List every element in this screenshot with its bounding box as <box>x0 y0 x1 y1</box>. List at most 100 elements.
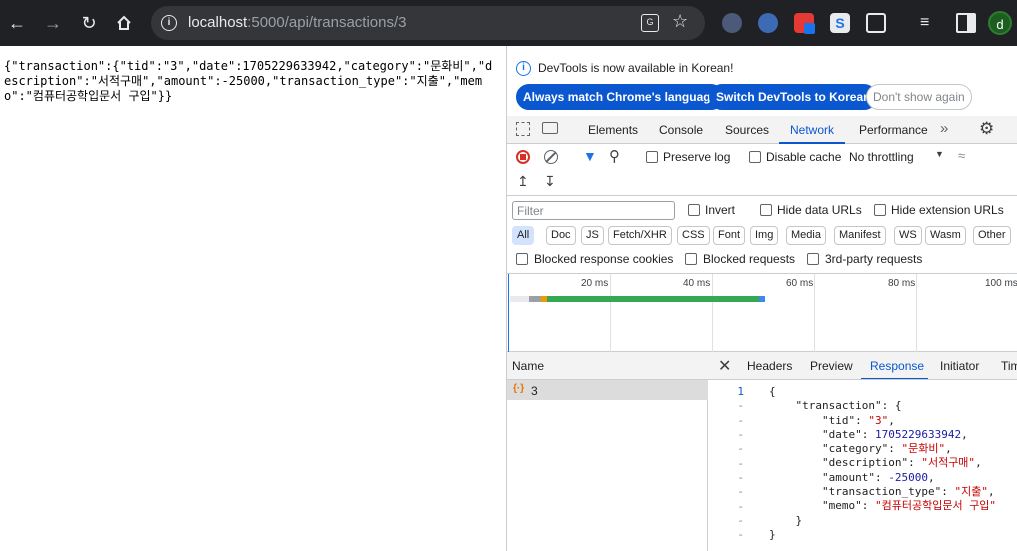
timeline-tick: 60 ms <box>786 278 814 289</box>
json-response-text: {"transaction":{"tid":"3","date":1705229… <box>4 59 493 103</box>
switch-korean-button[interactable]: Switch DevTools to Korean <box>709 84 878 110</box>
type-filter-js[interactable]: JS <box>581 226 604 245</box>
info-icon: i <box>516 61 531 76</box>
back-arrow-icon[interactable]: ← <box>4 10 30 36</box>
blocked-cookies-checkbox[interactable] <box>516 253 528 265</box>
request-detail-pane: ✕ Headers Preview Response Initiator Tim… <box>708 352 1017 551</box>
import-har-upload-icon[interactable]: ↥ <box>517 173 529 190</box>
fetch-xhr-icon: {·} <box>513 383 525 394</box>
devtools-panel: i DevTools is now available in Korean! A… <box>506 46 1017 551</box>
forward-arrow-icon[interactable]: → <box>40 10 66 36</box>
preserve-log-checkbox[interactable] <box>646 151 658 163</box>
tab-network[interactable]: Network <box>790 123 834 137</box>
translate-icon[interactable]: G <box>641 14 659 32</box>
clear-icon[interactable] <box>544 150 558 164</box>
network-conditions-wifi-icon[interactable]: ≈ <box>958 148 965 163</box>
line-number: - <box>737 528 744 541</box>
more-options-icon[interactable]: ⋮ <box>1012 121 1017 138</box>
record-stop-icon[interactable] <box>516 150 530 164</box>
line-number: 1 <box>737 385 744 398</box>
extensions-puzzle-icon[interactable] <box>866 13 886 33</box>
filter-input[interactable]: Filter <box>512 201 675 220</box>
type-filter-ws[interactable]: WS <box>894 226 922 245</box>
type-filter-css[interactable]: CSS <box>677 226 710 245</box>
preserve-log-label: Preserve log <box>663 150 731 164</box>
type-filter-font[interactable]: Font <box>713 226 746 245</box>
device-toolbar-icon[interactable] <box>542 122 558 134</box>
third-party-checkbox[interactable] <box>807 253 819 265</box>
browser-toolbar: ← → ↻ i localhost:5000/api/transactions/… <box>0 0 1017 46</box>
active-detail-tab-indicator <box>861 378 928 379</box>
tab-initiator[interactable]: Initiator <box>940 359 979 373</box>
line-number-gutter: 1 - - - - - - - - - - <box>708 380 756 551</box>
blocked-requests-checkbox[interactable] <box>685 253 697 265</box>
invert-checkbox[interactable] <box>688 204 700 216</box>
site-info-icon[interactable]: i <box>161 15 177 31</box>
match-language-button[interactable]: Always match Chrome's language <box>516 84 725 110</box>
settings-gear-icon[interactable]: ⚙ <box>979 119 994 139</box>
hide-data-urls-label: Hide data URLs <box>777 203 862 217</box>
type-filter-fetch-xhr[interactable]: Fetch/XHR <box>608 226 672 245</box>
close-icon[interactable]: ✕ <box>718 356 731 376</box>
type-filter-other[interactable]: Other <box>973 226 1011 245</box>
filter-funnel-icon[interactable]: ▼ <box>583 148 597 164</box>
hide-data-urls-checkbox[interactable] <box>760 204 772 216</box>
timeline-tick: 20 ms <box>581 278 609 289</box>
network-toolbar: ▼ ⚲ Preserve log Disable cache No thrott… <box>507 144 1017 196</box>
language-infobar: i DevTools is now available in Korean! A… <box>507 46 1017 116</box>
filter-bar: Filter Invert Hide data URLs Hide extens… <box>507 196 1017 274</box>
more-tabs-chevron-icon[interactable]: » <box>940 120 948 137</box>
hide-extension-urls-checkbox[interactable] <box>874 204 886 216</box>
line-number: - <box>737 457 744 470</box>
reload-icon[interactable]: ↻ <box>76 10 102 36</box>
detail-tabbar: ✕ Headers Preview Response Initiator Tim… <box>708 352 1017 380</box>
tab-preview[interactable]: Preview <box>810 359 853 373</box>
hide-extension-urls-label: Hide extension URLs <box>891 203 1004 217</box>
throttling-select[interactable]: No throttling <box>849 150 914 164</box>
request-row[interactable]: {·} 3 <box>507 380 708 400</box>
type-filter-manifest[interactable]: Manifest <box>834 226 886 245</box>
type-filter-img[interactable]: Img <box>750 226 779 245</box>
line-number: - <box>737 514 744 527</box>
url-text[interactable]: localhost:5000/api/transactions/3 <box>188 14 406 31</box>
tab-console[interactable]: Console <box>659 123 703 137</box>
extension-s-icon[interactable]: S <box>830 13 850 33</box>
line-number: - <box>737 442 744 455</box>
disable-cache-label: Disable cache <box>766 150 842 164</box>
response-body-code[interactable]: { "transaction": { "tid": "3", "date": 1… <box>769 385 996 542</box>
name-column-header[interactable]: Name <box>512 359 544 373</box>
search-icon[interactable]: ⚲ <box>609 147 620 165</box>
extension-globe-icon[interactable] <box>758 13 778 33</box>
type-filter-wasm[interactable]: Wasm <box>925 226 966 245</box>
type-filter-doc[interactable]: Doc <box>546 226 576 245</box>
devtools-tabbar: Elements Console Sources Network Perform… <box>507 116 1017 144</box>
type-filter-media[interactable]: Media <box>786 226 826 245</box>
line-number: - <box>737 428 744 441</box>
timeline-tick: 80 ms <box>888 278 916 289</box>
tab-timing[interactable]: Timing <box>1001 359 1017 373</box>
address-bar[interactable]: i localhost:5000/api/transactions/3 G ☆ <box>151 6 705 40</box>
media-controls-icon[interactable]: ≡ <box>920 13 940 33</box>
tab-elements[interactable]: Elements <box>588 123 638 137</box>
line-number: - <box>737 485 744 498</box>
blocked-requests-label: Blocked requests <box>703 252 796 266</box>
side-panel-icon[interactable] <box>956 13 976 33</box>
type-filter-all[interactable]: All <box>512 226 535 245</box>
profile-avatar[interactable]: d <box>988 11 1012 35</box>
network-overview-timeline[interactable]: 20 ms 40 ms 60 ms 80 ms 100 ms <box>507 274 1017 352</box>
bookmark-star-icon[interactable]: ☆ <box>672 11 688 32</box>
export-har-download-icon[interactable]: ↧ <box>544 173 556 190</box>
inspect-element-icon[interactable] <box>516 122 530 136</box>
home-icon[interactable] <box>111 10 137 36</box>
dont-show-again-button[interactable]: Don't show again <box>866 84 972 110</box>
extension-red-icon[interactable] <box>794 13 815 34</box>
line-number: - <box>737 399 744 412</box>
tab-performance[interactable]: Performance <box>859 123 928 137</box>
tab-sources[interactable]: Sources <box>725 123 769 137</box>
extension-cursor-icon[interactable] <box>722 13 742 33</box>
throttling-chevron-down-icon[interactable]: ▼ <box>935 149 944 159</box>
tab-response[interactable]: Response <box>870 359 924 373</box>
tab-headers[interactable]: Headers <box>747 359 792 373</box>
timeline-tick: 40 ms <box>683 278 711 289</box>
disable-cache-checkbox[interactable] <box>749 151 761 163</box>
